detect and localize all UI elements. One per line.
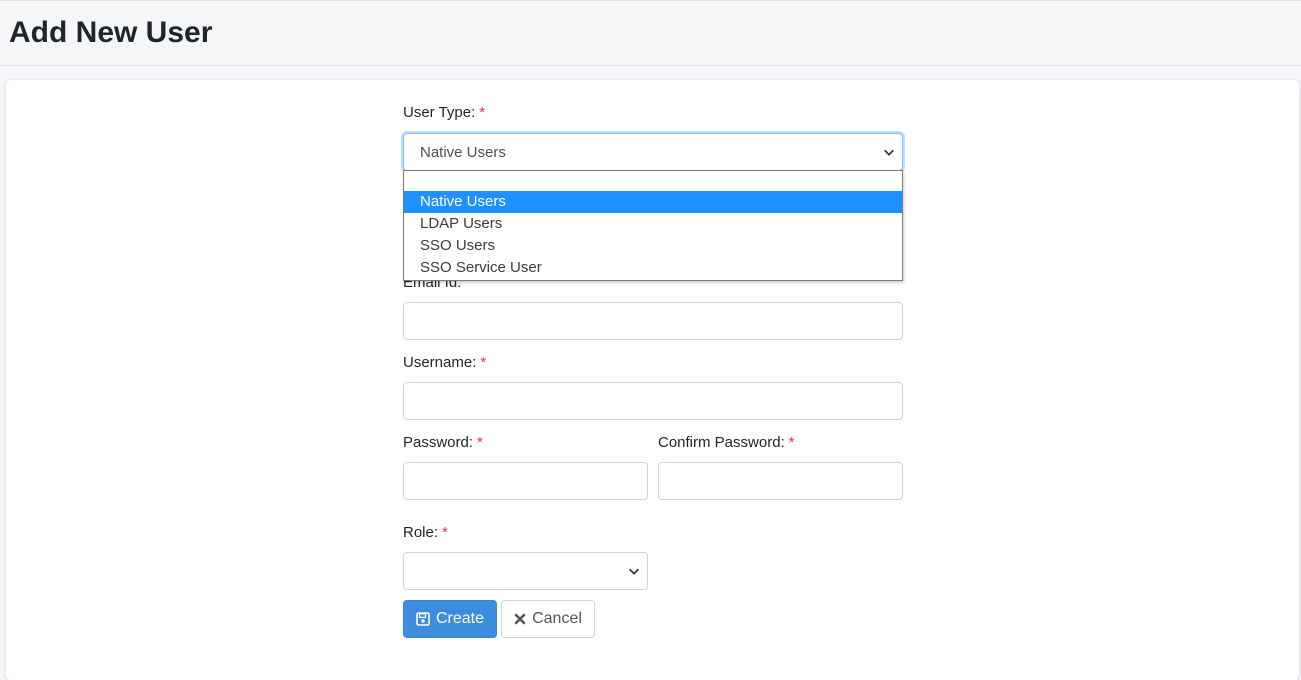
required-mark: *	[442, 524, 448, 541]
user-type-label-text: User Type:	[403, 104, 476, 121]
required-mark: *	[479, 104, 486, 121]
dropdown-option-native-users[interactable]: Native Users	[404, 191, 902, 213]
confirm-password-label: Confirm Password: *	[658, 434, 795, 452]
password-label-text: Password:	[403, 434, 474, 451]
user-type-label: User Type: *	[403, 104, 485, 122]
chevron-down-icon	[629, 568, 639, 575]
dropdown-option-sso-service-user[interactable]: SSO Service User	[404, 257, 902, 279]
floppy-disk-icon	[416, 612, 430, 626]
password-label: Password: *	[403, 434, 483, 452]
page-title: Add New User	[9, 16, 213, 49]
user-type-dropdown-list: Native Users LDAP Users SSO Users SSO Se…	[403, 170, 903, 281]
cancel-button[interactable]: Cancel	[501, 600, 595, 638]
role-select[interactable]	[403, 552, 648, 590]
confirm-password-label-text: Confirm Password:	[658, 434, 785, 451]
chevron-down-icon	[884, 149, 894, 156]
username-label-text: Username:	[403, 354, 477, 371]
create-button-label: Create	[435, 610, 485, 627]
required-mark: *	[480, 354, 487, 371]
email-field[interactable]	[403, 302, 903, 340]
dropdown-option-sso-users[interactable]: SSO Users	[404, 235, 902, 257]
cancel-button-label: Cancel	[532, 610, 582, 627]
role-label: Role: *	[403, 524, 448, 542]
confirm-password-field[interactable]	[658, 462, 903, 500]
user-type-select[interactable]: Native Users	[403, 133, 903, 171]
required-mark: *	[788, 434, 795, 451]
required-mark: *	[477, 434, 483, 451]
role-label-text: Role:	[403, 524, 439, 541]
password-field[interactable]	[403, 462, 648, 500]
dropdown-option-empty[interactable]	[404, 171, 902, 193]
username-field[interactable]	[403, 382, 903, 420]
dropdown-option-ldap-users[interactable]: LDAP Users	[404, 213, 902, 235]
page-header: Add New User	[0, 0, 1301, 66]
username-label: Username: *	[403, 354, 486, 372]
user-type-selected-value: Native Users	[420, 144, 506, 161]
x-mark-icon	[514, 613, 526, 625]
create-button[interactable]: Create	[403, 600, 497, 638]
